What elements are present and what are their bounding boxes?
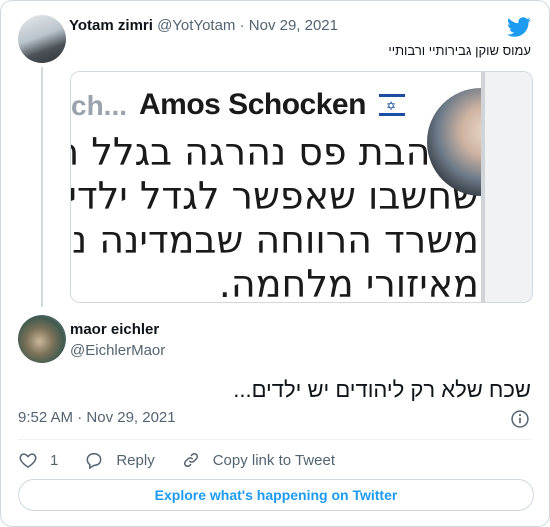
copy-link-label: Copy link to Tweet — [212, 451, 335, 469]
reply-button[interactable]: Reply — [84, 450, 155, 470]
quoted-line-1: שלהבת פס נהרגה בגלל חו — [70, 130, 479, 174]
reply-author-avatar[interactable] — [18, 315, 66, 363]
info-icon[interactable] — [510, 409, 530, 429]
like-count: 1 — [50, 451, 59, 469]
parent-tweet-text: עמוס שוקן גבירותיי ורבותיי — [388, 43, 531, 58]
parent-tweet-image[interactable]: ch... Amos Schocken ✡ שלהבת פס נהרגה בגל… — [70, 71, 533, 303]
parent-author-name[interactable]: Yotam zimri — [69, 17, 153, 34]
twitter-bird-icon[interactable] — [507, 15, 531, 39]
tweet-actions-bar: 1 Reply Copy link to Tweet — [18, 449, 361, 471]
quoted-line-2: שחשבו שאפשר לגדל ילדים — [70, 174, 479, 218]
explore-twitter-button[interactable]: Explore what's happening on Twitter — [18, 479, 534, 511]
reply-bubble-icon — [86, 453, 102, 470]
parent-tweet-date[interactable]: Nov 29, 2021 — [249, 17, 338, 34]
actions-divider — [18, 439, 532, 440]
header-separator: · — [239, 17, 245, 34]
reply-time: 9:52 AM — [18, 409, 74, 426]
copy-link-button[interactable]: Copy link to Tweet — [181, 450, 335, 470]
quoted-line-4: מאיזורי מלחמה. — [218, 262, 479, 303]
truncated-name: ch... — [71, 90, 128, 121]
reply-date: Nov 29, 2021 — [86, 409, 176, 426]
link-icon — [183, 452, 198, 468]
reply-tweet-text: שכח שלא רק ליהודים יש ילדים... — [233, 377, 531, 402]
embedded-tweet-card: Yotam zimri @YotYotam · Nov 29, 2021 עמו… — [0, 0, 550, 527]
quoted-line-3: משרד הרווחה שבמדינה נור — [70, 218, 479, 262]
reply-author-handle[interactable]: @EichlerMaor — [70, 342, 165, 359]
parent-tweet-header: Yotam zimri @YotYotam · Nov 29, 2021 — [69, 17, 338, 34]
image-side-margin — [481, 72, 532, 302]
reply-timestamp[interactable]: 9:52 AM · Nov 29, 2021 — [18, 409, 176, 426]
quoted-author-name: Amos Schocken — [139, 88, 366, 121]
heart-icon — [19, 453, 37, 468]
israel-flag-icon: ✡ — [379, 94, 405, 116]
reply-label: Reply — [116, 451, 155, 469]
like-button[interactable]: 1 — [18, 450, 58, 470]
reply-author-name[interactable]: maor eichler — [70, 321, 159, 338]
timestamp-separator: · — [77, 409, 83, 426]
parent-author-avatar[interactable] — [18, 15, 66, 63]
parent-author-handle[interactable]: @YotYotam — [157, 17, 235, 34]
thread-connector-line — [41, 67, 43, 307]
screenshot-canvas: ch... Amos Schocken ✡ שלהבת פס נהרגה בגל… — [70, 72, 532, 303]
